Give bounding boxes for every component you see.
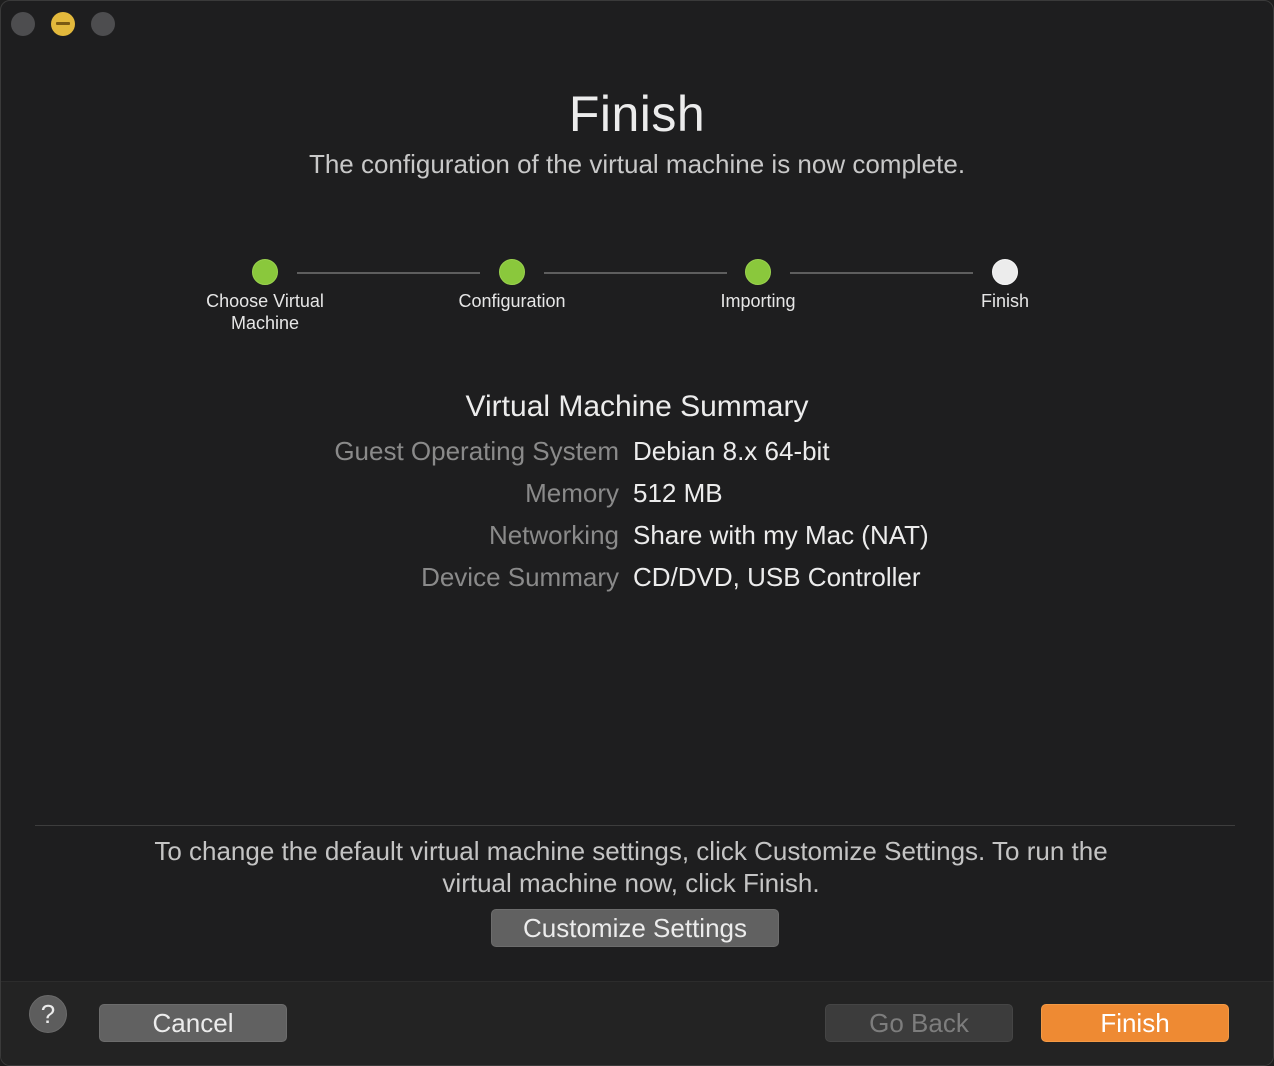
close-window-button[interactable] [11, 12, 35, 36]
step-complete-indicator [252, 259, 278, 285]
step-current-indicator [992, 259, 1018, 285]
summary-key: Guest Operating System [334, 436, 619, 466]
step-label-importing: Importing [720, 291, 796, 311]
summary-value: CD/DVD, USB Controller [633, 562, 921, 592]
step-label-finish: Finish [980, 291, 1029, 311]
page-subtitle: The configuration of the virtual machine… [308, 149, 966, 179]
summary-key: Device Summary [421, 562, 619, 592]
step-complete-indicator [499, 259, 525, 285]
summary-value: Share with my Mac (NAT) [633, 520, 929, 550]
summary-row-memory: Memory 512 MB [1, 478, 1273, 512]
step-label-configuration: Configuration [458, 291, 566, 311]
step-complete-indicator [745, 259, 771, 285]
step-label-choose-virtual-machine: Choose Virtual Machine [175, 290, 355, 334]
finish-button[interactable]: Finish [1041, 1004, 1229, 1042]
hint-line: To change the default virtual machine se… [154, 836, 1108, 866]
summary-value: Debian 8.x 64-bit [633, 436, 830, 466]
go-back-button[interactable]: Go Back [825, 1004, 1013, 1042]
summary-row-device-summary: Device Summary CD/DVD, USB Controller [1, 562, 1273, 596]
step-connector [790, 272, 973, 274]
zoom-window-button[interactable] [91, 12, 115, 36]
minimize-icon [56, 22, 70, 25]
summary-row-guest-os: Guest Operating System Debian 8.x 64-bit [1, 436, 1273, 470]
step-label-line: Choose Virtual [206, 291, 324, 311]
customize-hint-text: To change the default virtual machine se… [111, 835, 1151, 899]
help-button[interactable]: ? [29, 995, 67, 1033]
step-label-line: Machine [230, 313, 300, 333]
summary-value: 512 MB [633, 478, 723, 508]
summary-key: Networking [488, 520, 619, 550]
cancel-button[interactable]: Cancel [99, 1004, 287, 1042]
minimize-window-button[interactable] [51, 12, 75, 36]
content-divider [35, 825, 1235, 826]
summary-key: Memory [525, 478, 619, 508]
step-connector [297, 272, 480, 274]
wizard-window: Finish The configuration of the virtual … [0, 0, 1274, 1066]
wizard-progress-steps: Choose Virtual Machine Configuration Imp… [1, 259, 1273, 349]
customize-settings-button[interactable]: Customize Settings [491, 909, 779, 947]
summary-heading: Virtual Machine Summary [465, 390, 809, 423]
hint-line: virtual machine now, click Finish. [442, 868, 820, 898]
step-connector [544, 272, 727, 274]
page-title: Finish [568, 86, 706, 142]
summary-row-networking: Networking Share with my Mac (NAT) [1, 520, 1273, 554]
